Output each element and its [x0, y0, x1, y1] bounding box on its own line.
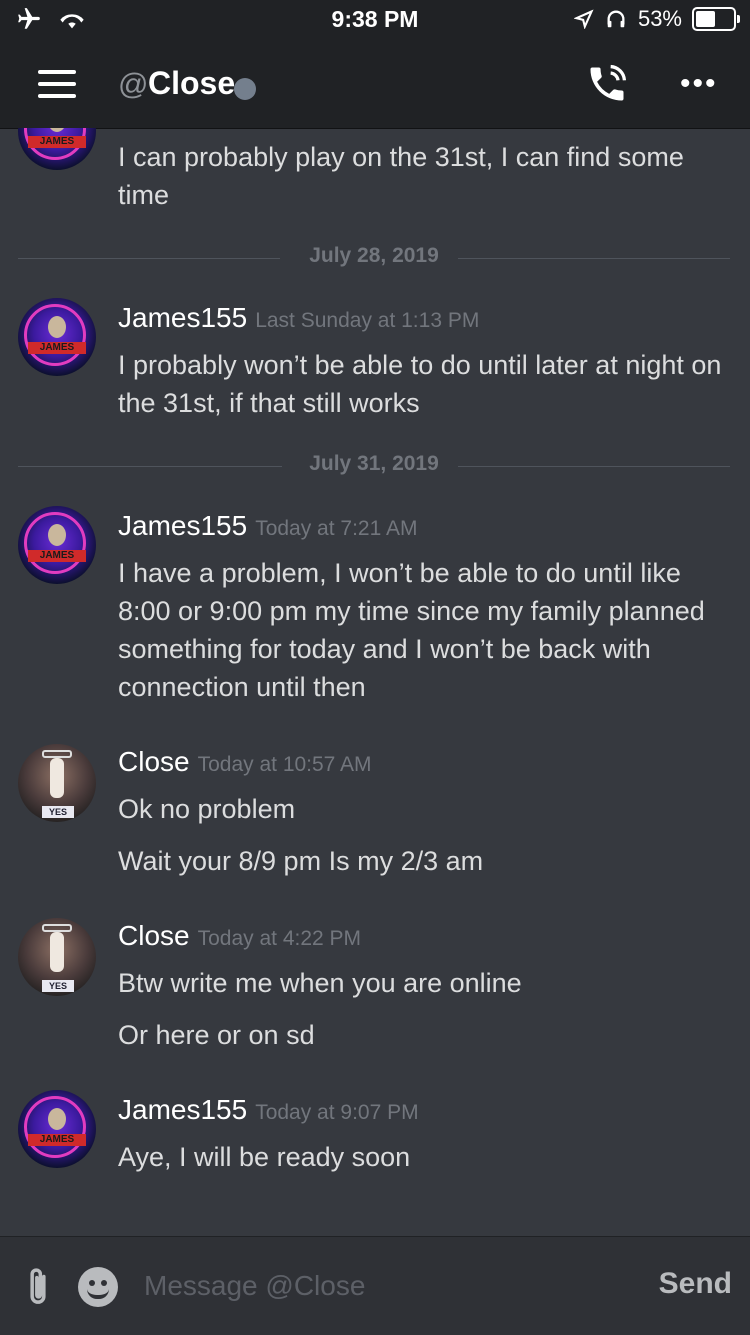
timestamp: Today at 4:22 PM: [197, 927, 362, 950]
status-bar: 9:38 PM 53%: [0, 0, 750, 40]
date-divider: July 31, 2019: [18, 452, 730, 482]
message-text: Or here or on sd: [118, 1020, 315, 1050]
message-text: Btw write me when you are online: [118, 968, 522, 998]
message-text: I can probably play on the 31st, I can f…: [118, 142, 684, 210]
avatar-james155[interactable]: JAMES: [18, 1090, 96, 1168]
menu-icon[interactable]: [38, 70, 76, 98]
message-header: James155 Today at 9:07 PM: [118, 1094, 419, 1126]
status-right: 53%: [573, 6, 740, 32]
avatar-close[interactable]: YES: [18, 918, 96, 996]
timestamp: Today at 10:57 AM: [197, 753, 372, 776]
message-text: Aye, I will be ready soon: [118, 1142, 411, 1172]
message-header: Close Today at 4:22 PM: [118, 920, 361, 952]
author-name[interactable]: Close: [118, 746, 190, 777]
attachment-icon[interactable]: [24, 1267, 52, 1307]
date-divider: July 28, 2019: [18, 244, 730, 274]
call-icon[interactable]: [585, 62, 629, 106]
author-name[interactable]: James155: [118, 510, 247, 541]
message-composer: Send: [0, 1236, 750, 1335]
at-symbol: @: [118, 68, 149, 101]
location-icon: [573, 9, 594, 29]
timestamp: Today at 9:07 PM: [255, 1101, 419, 1124]
send-button[interactable]: Send: [659, 1267, 732, 1301]
channel-header: @ Close •••: [0, 40, 750, 129]
dm-title[interactable]: Close: [148, 65, 235, 102]
headphones-icon: [607, 10, 625, 28]
battery-percent: 53%: [637, 6, 682, 31]
avatar-close[interactable]: YES: [18, 744, 96, 822]
author-name[interactable]: James155: [118, 302, 247, 333]
message-text: I probably won’t be able to do until lat…: [118, 350, 722, 418]
offline-status-dot: [234, 78, 256, 100]
emoji-icon[interactable]: [78, 1267, 118, 1307]
message-header: James155 Today at 7:21 AM: [118, 510, 417, 542]
author-name[interactable]: Close: [118, 920, 190, 951]
avatar-james155[interactable]: JAMES: [18, 298, 96, 376]
timestamp: Last Sunday at 1:13 PM: [255, 309, 480, 332]
author-name[interactable]: James155: [118, 1094, 247, 1125]
avatar-james155[interactable]: JAMES: [18, 506, 96, 584]
more-options-icon[interactable]: •••: [680, 69, 718, 99]
message-list[interactable]: JAMES I can probably play on the 31st, I…: [0, 128, 750, 1236]
message-text: Ok no problem: [118, 794, 296, 824]
message-text: I have a problem, I won’t be able to do …: [118, 558, 705, 702]
battery-icon: [692, 7, 740, 31]
message-text: Wait your 8/9 pm Is my 2/3 am: [118, 846, 484, 876]
message-input[interactable]: [144, 1265, 624, 1307]
message-header: James155 Last Sunday at 1:13 PM: [118, 302, 479, 334]
timestamp: Today at 7:21 AM: [255, 517, 418, 540]
avatar-james155[interactable]: JAMES: [18, 128, 96, 170]
message-header: Close Today at 10:57 AM: [118, 746, 372, 778]
